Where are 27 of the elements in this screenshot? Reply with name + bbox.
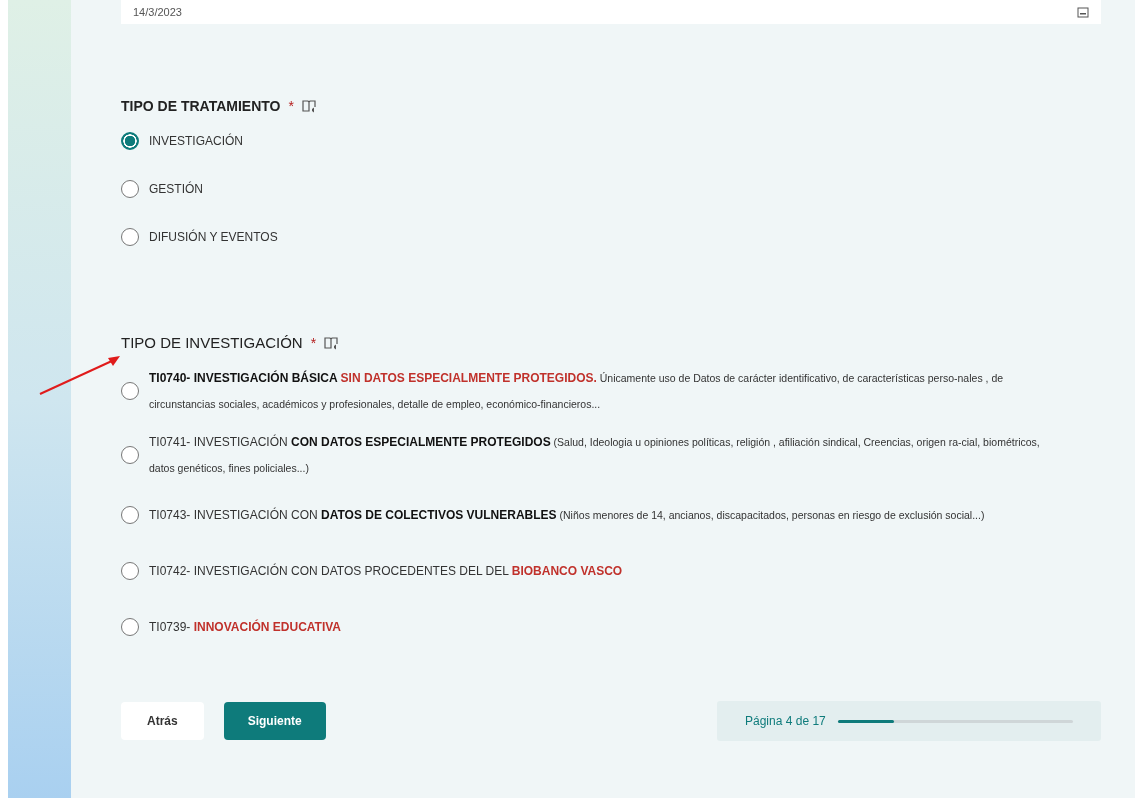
calendar-icon[interactable] (1077, 6, 1089, 18)
option-label: TI0739- INNOVACIÓN EDUCATIVA (149, 618, 342, 636)
radio-button[interactable] (121, 180, 139, 198)
date-field[interactable]: 14/3/2023 (121, 0, 1101, 24)
page-counter: Página 4 de 17 (745, 714, 826, 728)
radio-button[interactable] (121, 382, 139, 400)
immersive-reader-icon[interactable] (301, 99, 318, 113)
radio-button[interactable] (121, 618, 139, 636)
radio-button[interactable] (121, 446, 139, 464)
radio-button[interactable] (121, 562, 139, 580)
question-title: TIPO DE TRATAMIENTO (121, 98, 281, 114)
option-label: INVESTIGACIÓN (149, 132, 243, 150)
option-label: TI0740- INVESTIGACIÓN BÁSICA SIN DATOS ESPECIALMENTE PROTEGIDOS. Únicamente uso de Datos de carácter identificativo, de características perso-nales , de circunstancias sociales, académicos y profesionales, detalle de empleo, económico-financieros... (149, 369, 1005, 412)
question-title: TIPO DE INVESTIGACIÓN (121, 334, 303, 351)
radio-button[interactable] (121, 506, 139, 524)
required-mark: * (310, 334, 317, 351)
immersive-reader-icon[interactable] (324, 335, 341, 350)
back-button[interactable]: Atrás (121, 702, 204, 740)
option-label: TI0742- INVESTIGACIÓN CON DATOS PROCEDENTES DEL DEL BIOBANCO VASCO (149, 562, 623, 580)
radio-button[interactable] (121, 228, 139, 246)
option-label: TI0743- INVESTIGACIÓN CON DATOS DE COLECTIVOS VULNERABLES (Niños menores de 14, ancianos, discapacitados, personas en riesgo de exclusión social...) (149, 506, 985, 524)
option-label: DIFUSIÓN Y EVENTOS (149, 228, 278, 246)
required-mark: * (288, 98, 294, 114)
radio-button[interactable] (121, 132, 139, 150)
option-label: TI0741- INVESTIGACIÓN CON DATOS ESPECIALMENTE PROTEGIDOS (Salud, Ideologia u opiniones políticas, religión , afiliación sindical, Creencias, origen ra-cial, biométricos, datos genéticos, fines policiales...) (149, 433, 1041, 476)
option-label: GESTIÓN (149, 180, 203, 198)
next-button[interactable]: Siguiente (223, 702, 326, 740)
